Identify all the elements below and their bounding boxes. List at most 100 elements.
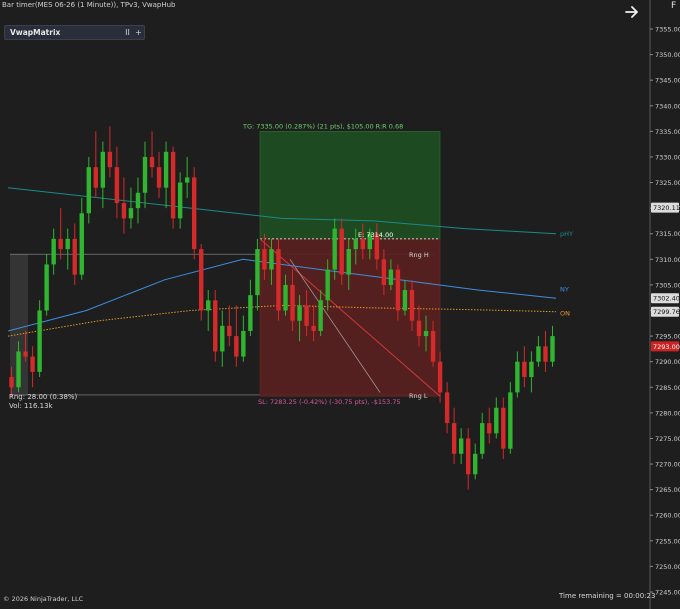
target-label: TG: 7335.00 (0.287%) (21 pts), $105.00 R…: [242, 122, 403, 130]
candle-body: [44, 264, 49, 311]
candle-body: [388, 269, 394, 285]
candle-body: [423, 330, 429, 337]
candle-body: [529, 361, 534, 378]
range-text: Rng: 28.00 (0.38%): [9, 393, 78, 401]
candle-body: [128, 208, 134, 219]
line-label-ny: NY: [560, 286, 569, 294]
y-tick-label: 7355.00: [655, 26, 680, 34]
y-tick-label: 7255.00: [655, 537, 680, 545]
candle-body: [458, 438, 464, 454]
y-tick-label: 7280.00: [655, 409, 680, 417]
candle-body: [325, 269, 330, 301]
candle-body: [304, 305, 309, 326]
candle-body: [121, 203, 127, 219]
candle-body: [501, 407, 506, 449]
stop-label: SL: 7283.25 (-0.42%) (-30.75 pts), -$153…: [258, 398, 401, 406]
candle-body: [149, 156, 155, 168]
price-label-text: 7302.40: [653, 295, 680, 303]
candle-body: [444, 392, 450, 424]
candle-body: [536, 346, 541, 362]
candle-body: [290, 284, 295, 321]
y-tick-label: 7295.00: [655, 333, 680, 341]
candle-body: [234, 336, 239, 357]
candle-body: [206, 300, 211, 311]
candle-body: [23, 351, 28, 357]
target-zone: [259, 131, 441, 240]
candle-body: [311, 325, 316, 331]
candle-body: [30, 356, 35, 372]
time-remaining-text: Time remaining = 00:00:23: [559, 592, 656, 600]
price-label-text: 7293.00: [653, 343, 680, 351]
range-high-label: Rng H: [409, 251, 429, 259]
candle-body: [451, 423, 457, 454]
range-low-label: Rng L: [409, 392, 428, 400]
candle-body: [332, 228, 337, 270]
candle-body: [93, 167, 99, 188]
candle-body: [9, 377, 14, 388]
candle-body: [72, 238, 77, 275]
candle-body: [473, 453, 478, 475]
y-tick-label: 7310.00: [655, 256, 680, 264]
candle-body: [508, 392, 513, 449]
candle-body: [170, 151, 176, 219]
candle-body: [86, 167, 91, 214]
candle-body: [227, 325, 232, 337]
candle-body: [100, 151, 106, 188]
candle-body: [16, 351, 21, 388]
candle-body: [184, 177, 190, 183]
candle-body: [430, 330, 436, 362]
candle-body: [297, 305, 302, 321]
y-tick-label: 7285.00: [655, 384, 680, 392]
candle-body: [262, 249, 267, 270]
y-tick-label: 7305.00: [655, 281, 680, 289]
candle-body: [494, 407, 499, 434]
candle-body: [480, 423, 485, 454]
candle-body: [353, 238, 358, 250]
candle-body: [248, 295, 253, 331]
candle-body: [191, 177, 197, 250]
candle-body: [114, 167, 120, 204]
candle-body: [177, 182, 183, 219]
y-tick-label: 7275.00: [655, 435, 680, 443]
candle-body: [402, 290, 408, 311]
candle-body: [381, 259, 387, 285]
candle-body: [487, 423, 492, 434]
candle-body: [409, 290, 415, 321]
candle-body: [543, 346, 548, 362]
price-chart[interactable]: TG: 7335.00 (0.287%) (21 pts), $105.00 R…: [0, 0, 680, 609]
candle-body: [360, 238, 365, 250]
candle-body: [107, 151, 113, 168]
y-tick-label: 7270.00: [655, 461, 680, 469]
price-label-text: 7299.76: [653, 308, 680, 316]
candle-body: [522, 361, 527, 378]
y-tick-label: 7345.00: [655, 77, 680, 85]
candle-body: [465, 438, 471, 475]
y-tick-label: 7250.00: [655, 563, 680, 571]
candle-body: [37, 310, 42, 372]
candle-body: [241, 330, 246, 357]
candle-body: [276, 249, 281, 311]
candle-body: [318, 300, 323, 331]
y-tick-label: 7265.00: [655, 486, 680, 494]
candle-body: [213, 300, 218, 352]
copyright-text: © 2026 NinjaTrader, LLC: [3, 595, 84, 603]
y-tick-label: 7260.00: [655, 512, 680, 520]
candle-body: [437, 361, 443, 393]
range-info: Rng: 28.00 (0.38%) Vol: 116.13k: [9, 393, 77, 411]
candle-body: [220, 325, 225, 352]
candle-body: [255, 249, 260, 296]
line-label-on: ON: [560, 310, 570, 318]
y-tick-label: 7350.00: [655, 51, 680, 59]
candle-body: [79, 213, 84, 275]
y-tick-label: 7245.00: [655, 589, 680, 597]
y-tick-label: 7315.00: [655, 230, 680, 238]
volume-text: Vol: 116.13k: [9, 402, 53, 410]
candle-body: [346, 249, 351, 275]
y-tick-label: 7330.00: [655, 153, 680, 161]
candle-body: [135, 192, 141, 209]
entry-label: E: 7314.00: [358, 231, 393, 239]
candle-body: [51, 238, 56, 265]
candle-body: [550, 336, 555, 362]
y-tick-label: 7290.00: [655, 358, 680, 366]
candle-body: [416, 320, 422, 337]
